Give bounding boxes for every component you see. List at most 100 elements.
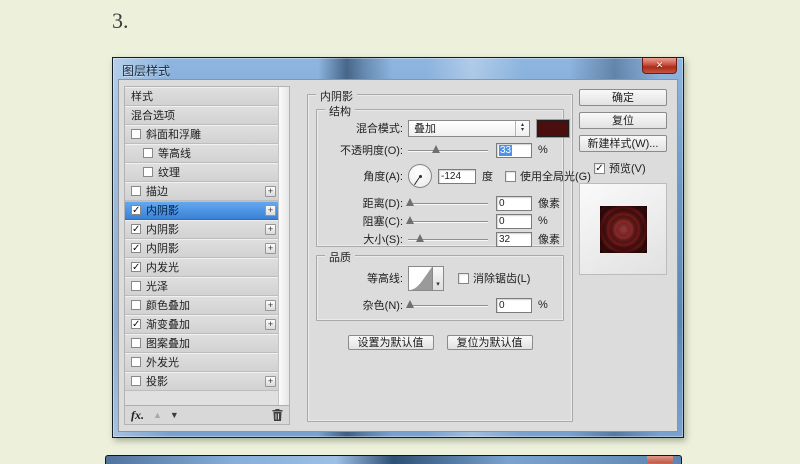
sidebar-item-9[interactable]: ✓ 内发光 xyxy=(125,258,279,277)
opacity-input[interactable]: 33 xyxy=(496,142,532,158)
preview-checkbox[interactable]: ✓ xyxy=(594,162,605,174)
contour-thumbnail[interactable] xyxy=(408,265,433,291)
sidebar-item-label: 投影 xyxy=(146,376,168,388)
style-checkbox[interactable] xyxy=(143,148,153,158)
style-checkbox[interactable] xyxy=(131,186,141,196)
contour-picker-arrow-icon[interactable]: ▾ xyxy=(433,265,444,291)
opacity-row: 不透明度(O): 33 % xyxy=(323,141,559,159)
close-button[interactable]: ✕ xyxy=(642,58,677,74)
move-up-icon[interactable]: ▲ xyxy=(153,410,162,420)
style-checkbox[interactable] xyxy=(131,300,141,310)
structure-title: 结构 xyxy=(325,103,355,119)
sidebar-item-6[interactable]: ✓ 内阴影 + xyxy=(125,201,279,220)
style-checkbox[interactable] xyxy=(131,129,141,139)
sidebar-item-11[interactable]: 颜色叠加 + xyxy=(125,296,279,315)
expand-plus-button[interactable]: + xyxy=(265,185,276,197)
style-checkbox[interactable] xyxy=(143,167,153,177)
size-slider[interactable] xyxy=(408,234,488,244)
expand-plus-button[interactable]: + xyxy=(265,204,276,216)
expand-plus-button[interactable]: + xyxy=(265,318,276,330)
sidebar-item-8[interactable]: ✓ 内阴影 + xyxy=(125,239,279,258)
preview-panel xyxy=(579,183,667,275)
style-checkbox[interactable] xyxy=(131,338,141,348)
sidebar-item-label: 等高线 xyxy=(158,148,191,160)
expand-plus-button[interactable]: + xyxy=(265,223,276,235)
structure-groupbox: 结构 混合模式: 叠加 ▴ ▾ 不透明度(O): 33 % 角度(A): -12… xyxy=(316,103,591,247)
sidebar-item-3[interactable]: 等高线 xyxy=(125,144,279,163)
angle-input[interactable]: -124 xyxy=(438,168,476,184)
opacity-slider[interactable] xyxy=(408,145,488,155)
ok-button[interactable]: 确定 xyxy=(579,89,667,106)
choke-slider[interactable] xyxy=(405,216,488,226)
opacity-label: 不透明度(O): xyxy=(340,145,403,157)
blend-mode-value: 叠加 xyxy=(414,123,436,135)
distance-slider-thumb[interactable] xyxy=(405,198,414,206)
sidebar-item-0[interactable]: 样式 xyxy=(125,87,279,106)
page-background: 3. 图层样式 ✕ 样式 混合选项 斜面和浮雕 等高线 纹理 描边 + ✓ 内阴… xyxy=(0,0,800,464)
noise-value: 0 xyxy=(499,299,505,311)
choke-label: 阻塞(C): xyxy=(362,216,403,228)
sidebar-item-1[interactable]: 混合选项 xyxy=(125,106,279,125)
inner-shadow-panel: 内阴影 结构 混合模式: 叠加 ▴ ▾ 不透明度(O): 33 % 角度(A):… xyxy=(307,86,591,425)
fx-icon[interactable]: fx. xyxy=(131,408,144,423)
sidebar-item-14[interactable]: 外发光 xyxy=(125,353,279,372)
opacity-slider-thumb[interactable] xyxy=(432,145,440,153)
size-input[interactable]: 32 xyxy=(496,231,532,247)
layer-style-dialog: 图层样式 ✕ 样式 混合选项 斜面和浮雕 等高线 纹理 描边 + ✓ 内阴影 +… xyxy=(112,57,684,438)
size-label: 大小(S): xyxy=(363,234,403,246)
size-unit: 像素 xyxy=(538,234,560,246)
angle-dial[interactable] xyxy=(408,164,432,188)
choke-input[interactable]: 0 xyxy=(496,213,532,229)
style-checkbox[interactable]: ✓ xyxy=(131,243,141,254)
spinner-arrows-icon: ▴ ▾ xyxy=(515,120,529,136)
sidebar-item-15[interactable]: 投影 + xyxy=(125,372,279,391)
sidebar-item-label: 样式 xyxy=(131,91,153,103)
sidebar-item-2[interactable]: 斜面和浮雕 xyxy=(125,125,279,144)
style-preview-thumbnail xyxy=(599,205,647,253)
style-checkbox[interactable] xyxy=(131,357,141,367)
sidebar-item-12[interactable]: ✓ 渐变叠加 + xyxy=(125,315,279,334)
style-checkbox[interactable]: ✓ xyxy=(131,319,141,330)
reset-default-button[interactable]: 复位为默认值 xyxy=(446,335,533,350)
style-checkbox[interactable] xyxy=(131,376,141,386)
sidebar-scrollbar[interactable] xyxy=(278,87,289,405)
noise-input[interactable]: 0 xyxy=(496,297,532,313)
angle-row: 角度(A): -124 度 使用全局光(G) xyxy=(323,163,591,189)
sidebar-item-5[interactable]: 描边 + xyxy=(125,182,279,201)
blend-mode-select[interactable]: 叠加 ▴ ▾ xyxy=(408,119,530,137)
action-column: 确定 复位 新建样式(W)... ✓ 预览(V) xyxy=(579,88,667,275)
style-checkbox[interactable]: ✓ xyxy=(131,224,141,235)
sidebar-item-label: 图案叠加 xyxy=(146,338,190,350)
partial-close-button xyxy=(647,456,673,463)
distance-unit: 像素 xyxy=(538,198,560,210)
new-style-button[interactable]: 新建样式(W)... xyxy=(579,135,667,152)
antialias-checkbox[interactable] xyxy=(458,272,469,284)
choke-slider-thumb[interactable] xyxy=(405,216,414,224)
style-checkbox[interactable] xyxy=(131,281,141,291)
noise-slider-thumb[interactable] xyxy=(405,300,414,308)
size-slider-thumb[interactable] xyxy=(416,234,424,242)
use-global-light-checkbox[interactable] xyxy=(505,170,516,182)
sidebar-item-4[interactable]: 纹理 xyxy=(125,163,279,182)
noise-slider[interactable] xyxy=(405,300,488,310)
expand-plus-button[interactable]: + xyxy=(265,242,276,254)
distance-label: 距离(D): xyxy=(362,198,403,210)
reset-button[interactable]: 复位 xyxy=(579,112,667,129)
shadow-color-swatch[interactable] xyxy=(537,119,569,137)
distance-slider[interactable] xyxy=(405,198,488,208)
opacity-unit: % xyxy=(538,144,548,156)
make-default-button[interactable]: 设置为默认值 xyxy=(347,335,434,350)
sidebar-item-7[interactable]: ✓ 内阴影 + xyxy=(125,220,279,239)
distance-input[interactable]: 0 xyxy=(496,195,532,211)
choke-row: 阻塞(C): 0 % xyxy=(323,212,559,230)
sidebar-item-10[interactable]: 光泽 xyxy=(125,277,279,296)
expand-plus-button[interactable]: + xyxy=(265,375,276,387)
styles-sidebar: 样式 混合选项 斜面和浮雕 等高线 纹理 描边 + ✓ 内阴影 + ✓ 内阴影 … xyxy=(124,86,290,425)
expand-plus-button[interactable]: + xyxy=(265,299,276,311)
move-down-icon[interactable]: ▼ xyxy=(170,410,179,420)
style-checkbox[interactable]: ✓ xyxy=(131,205,141,216)
style-checkbox[interactable]: ✓ xyxy=(131,262,141,273)
delete-effect-icon[interactable] xyxy=(272,409,283,421)
sidebar-item-13[interactable]: 图案叠加 xyxy=(125,334,279,353)
dialog-titlebar[interactable]: 图层样式 ✕ xyxy=(113,58,683,79)
